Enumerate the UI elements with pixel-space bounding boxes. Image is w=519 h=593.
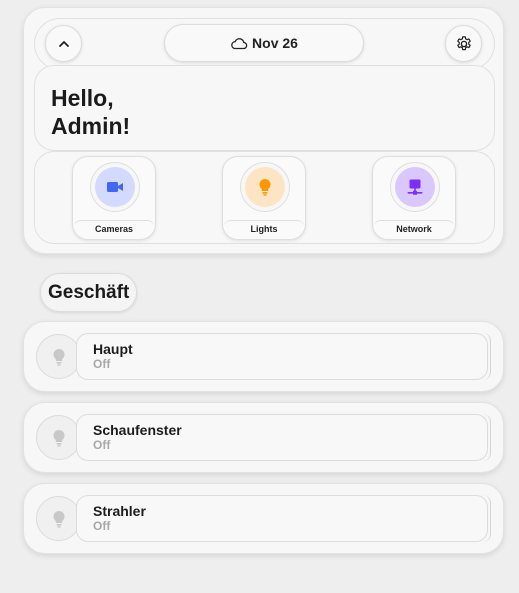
- shortcut-label: Lights: [223, 220, 305, 239]
- shortcut-cameras[interactable]: Cameras: [72, 156, 156, 240]
- section-title: Geschäft: [40, 273, 138, 312]
- device-card-schaufenster[interactable]: Schaufenster Off: [23, 402, 504, 473]
- device-name: Haupt: [93, 341, 133, 357]
- cloud-icon: [231, 38, 248, 50]
- device-state: Off: [93, 357, 111, 371]
- shortcuts-row: Cameras Lights Network: [34, 151, 495, 244]
- chevron-up-icon: [58, 40, 69, 47]
- greeting-line-1: Hello,: [51, 85, 114, 111]
- device-name: Schaufenster: [93, 422, 182, 438]
- lightbulb-icon: [52, 348, 65, 366]
- greeting-line-2: Admin!: [51, 113, 131, 139]
- device-card-edge: [483, 333, 491, 380]
- date-text: Nov 26: [252, 35, 298, 51]
- device-toggle[interactable]: [36, 415, 81, 460]
- lightbulb-icon: [259, 178, 271, 196]
- collapse-button[interactable]: [45, 25, 82, 62]
- device-info[interactable]: Strahler Off: [76, 495, 488, 542]
- device-info[interactable]: Schaufenster Off: [76, 414, 488, 461]
- gear-icon: [456, 35, 471, 50]
- device-card-haupt[interactable]: Haupt Off: [23, 321, 504, 392]
- device-info[interactable]: Haupt Off: [76, 333, 488, 380]
- device-card-strahler[interactable]: Strahler Off: [23, 483, 504, 554]
- device-name: Strahler: [93, 503, 146, 519]
- shortcut-label: Network: [373, 220, 455, 239]
- overview-card: Nov 26 Hello, Admin! Cameras Lights Netw…: [23, 7, 504, 254]
- device-toggle[interactable]: [36, 496, 81, 541]
- date-button[interactable]: Nov 26: [164, 24, 364, 62]
- device-toggle[interactable]: [36, 334, 81, 379]
- device-card-edge: [483, 495, 491, 542]
- video-camera-icon: [107, 182, 123, 192]
- network-icon: [407, 179, 423, 195]
- device-state: Off: [93, 519, 111, 533]
- lightbulb-icon: [52, 510, 65, 528]
- settings-button[interactable]: [445, 25, 482, 62]
- shortcut-label: Cameras: [73, 220, 155, 239]
- greeting: Hello, Admin!: [34, 65, 495, 151]
- shortcut-network[interactable]: Network: [372, 156, 456, 240]
- shortcut-lights[interactable]: Lights: [222, 156, 306, 240]
- top-bar: Nov 26: [34, 18, 495, 70]
- device-state: Off: [93, 438, 111, 452]
- lightbulb-icon: [52, 429, 65, 447]
- device-card-edge: [483, 414, 491, 461]
